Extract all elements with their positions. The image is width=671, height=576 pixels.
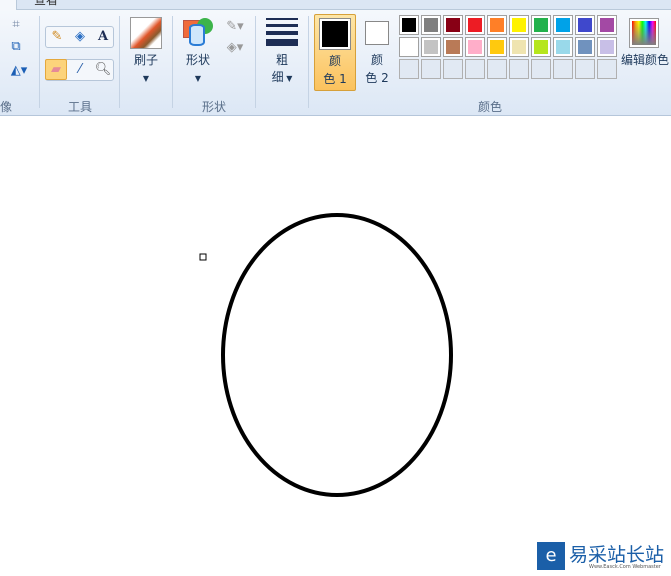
color2-label: 颜 [370, 53, 383, 67]
eraser-icon[interactable]: ▰ [45, 59, 67, 80]
custom-color-slot[interactable] [531, 59, 551, 79]
palette-swatch[interactable] [421, 37, 441, 57]
palette-swatch[interactable] [553, 37, 573, 57]
resize-icon[interactable]: ⧉ [5, 36, 27, 57]
palette-swatch[interactable] [509, 15, 529, 35]
palette-swatch[interactable] [487, 15, 507, 35]
palette-swatch[interactable] [421, 15, 441, 35]
size-label: 细 [271, 70, 284, 84]
drawn-ellipse [221, 213, 453, 497]
color2-button[interactable]: 颜 色 2 [360, 14, 396, 91]
magnifier-icon[interactable]: 🔍︎ [92, 59, 114, 80]
brush-button[interactable]: 刷子 [126, 52, 166, 69]
chevron-down-icon[interactable]: ▼ [178, 70, 218, 87]
custom-color-slot[interactable] [597, 59, 617, 79]
palette-swatch[interactable] [553, 15, 573, 35]
palette-swatch[interactable] [531, 15, 551, 35]
palette-swatch[interactable] [465, 37, 485, 57]
palette-swatch[interactable] [531, 37, 551, 57]
tab-view[interactable]: 查看 [34, 0, 58, 8]
custom-color-slot[interactable] [487, 59, 507, 79]
custom-color-slot[interactable] [399, 59, 419, 79]
text-icon[interactable]: A [92, 26, 114, 47]
drawing-canvas[interactable] [0, 122, 671, 573]
watermark-text: 易采站长站 [569, 544, 665, 566]
edit-colors-button[interactable]: 编辑颜色 [619, 52, 671, 69]
palette-swatch[interactable] [597, 15, 617, 35]
palette-swatch[interactable] [575, 15, 595, 35]
color1-label: 颜 [328, 54, 341, 68]
size-button-line2[interactable]: 细 ▼ [262, 69, 302, 87]
size-icon[interactable] [266, 18, 298, 46]
custom-color-slot[interactable] [509, 59, 529, 79]
resize-handle[interactable] [199, 253, 207, 261]
color2-label-2: 色 2 [365, 71, 389, 85]
ribbon: ⌗ ⧉ ◭▾ 像 ✎ ◈ A ▰ ⁄ 🔍︎ 工具 刷子 ▼ 形状 ▼ ✎▾ ◈▾… [0, 10, 671, 116]
palette-swatch[interactable] [509, 37, 529, 57]
palette-swatch[interactable] [443, 15, 463, 35]
pencil-icon[interactable]: ✎ [46, 26, 68, 47]
palette-swatch[interactable] [399, 15, 419, 35]
brush-icon[interactable] [130, 17, 162, 49]
size-button[interactable]: 粗 [262, 52, 302, 69]
color2-swatch [365, 21, 389, 45]
color1-button[interactable]: 颜 色 1 [314, 14, 356, 91]
custom-color-slot[interactable] [421, 59, 441, 79]
color1-swatch [322, 21, 348, 47]
edit-colors-icon[interactable] [629, 18, 659, 48]
fill-icon[interactable]: ◈ [69, 26, 91, 47]
palette-swatch[interactable] [399, 37, 419, 57]
group-label-colors: 颜色 [477, 100, 502, 114]
canvas-drawing [199, 213, 453, 497]
watermark-logo-icon: e [537, 542, 565, 570]
group-label-tools: 工具 [67, 100, 92, 114]
shapes-icon[interactable] [183, 18, 213, 48]
custom-color-slot[interactable] [553, 59, 573, 79]
palette-swatch[interactable] [465, 15, 485, 35]
group-label-shapes: 形状 [201, 100, 226, 114]
custom-color-slot[interactable] [465, 59, 485, 79]
group-label-image: 像 [0, 100, 13, 114]
outline-icon[interactable]: ✎▾ [222, 16, 248, 37]
color-picker-icon[interactable]: ⁄ [69, 59, 91, 80]
palette-swatch[interactable] [597, 37, 617, 57]
palette-swatch[interactable] [575, 37, 595, 57]
chevron-down-icon[interactable]: ▼ [126, 70, 166, 87]
custom-color-slot[interactable] [575, 59, 595, 79]
rotate-icon[interactable]: ◭▾ [5, 60, 33, 81]
fill-style-icon[interactable]: ◈▾ [222, 37, 248, 58]
palette-swatch[interactable] [443, 37, 463, 57]
crop-icon[interactable]: ⌗ [5, 14, 27, 35]
ribbon-tabs: 查看 [0, 0, 671, 11]
watermark: e 易采站长站 Www.Easck.Com Webmaster [537, 540, 671, 573]
shapes-button[interactable]: 形状 [178, 52, 218, 69]
watermark-subtext: Www.Easck.Com Webmaster [589, 564, 661, 570]
color1-label-2: 色 1 [323, 72, 347, 86]
custom-color-slot[interactable] [443, 59, 463, 79]
palette-swatch[interactable] [487, 37, 507, 57]
